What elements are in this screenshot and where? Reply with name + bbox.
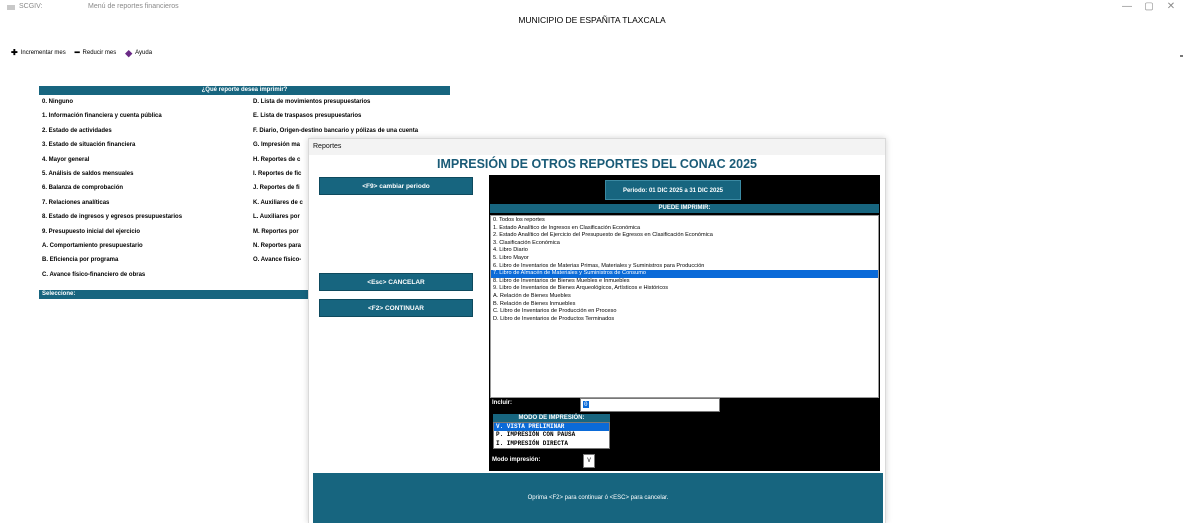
maximize-icon[interactable]: ▢ (1142, 1, 1156, 12)
app-logo-icon (7, 5, 15, 10)
menu-item[interactable]: 4. Mayor general (42, 156, 182, 170)
menu-item[interactable]: 5. Análisis de saldos mensuales (42, 170, 182, 184)
cancel-button[interactable]: <Esc> CANCELAR (319, 273, 473, 291)
print-mode-header: MODO DE IMPRESIÓN: (493, 414, 610, 422)
plus-icon: ✚ (11, 48, 18, 57)
report-list-item[interactable]: C. Libro de Inventarios de Producción en… (491, 308, 878, 316)
period-display: Periodo: 01 DIC 2025 a 31 DIC 2025 (605, 180, 741, 200)
menu-item[interactable]: 2. Estado de actividades (42, 127, 182, 141)
report-list-item[interactable]: 7. Libro de Almacén de Materiales y Sumi… (491, 270, 878, 278)
menu-item[interactable]: 3. Estado de situación financiera (42, 141, 182, 155)
report-list-item[interactable]: A. Relación de Bienes Muebles (491, 293, 878, 301)
print-mode-option[interactable]: V. VISTA PRELIMINAR (494, 423, 609, 432)
window-titlebar: SCGIV: Menú de reportes financieros — ▢ … (0, 0, 1184, 16)
report-list-item[interactable]: 1. Estado Analítico de Ingresos en Clasi… (491, 225, 878, 233)
report-list-item[interactable]: 2. Estado Analítico del Ejercicio del Pr… (491, 232, 878, 240)
increment-month-button[interactable]: ✚ Incrementar mes (11, 49, 66, 57)
help-label: Ayuda (135, 50, 153, 56)
close-icon[interactable]: ✕ (1164, 1, 1178, 12)
print-mode-input[interactable]: V (583, 454, 595, 468)
can-print-header: PUEDE IMPRIMIR: (490, 204, 879, 213)
menu-item[interactable]: 9. Presupuesto inicial del ejercicio (42, 228, 182, 242)
decrement-month-button[interactable]: ━ Reducir mes (75, 49, 117, 57)
menu-item[interactable]: E. Lista de traspasos presupuestarios (253, 112, 418, 126)
app-name: SCGIV: (19, 3, 43, 10)
report-list-item[interactable]: 8. Libro de Inventarios de Bienes Mueble… (491, 278, 878, 286)
dialog-heading: IMPRESIÓN DE OTROS REPORTES DEL CONAC 20… (437, 157, 757, 171)
incluir-label: Incluir: (492, 400, 513, 406)
decrement-month-label: Reducir mes (82, 50, 117, 56)
dialog-titlebar: Reportes (309, 139, 885, 155)
report-panel: Periodo: 01 DIC 2025 a 31 DIC 2025 PUEDE… (489, 175, 880, 471)
menu-item[interactable]: 6. Balanza de comprobación (42, 184, 182, 198)
menu-item[interactable]: 7. Relaciones analíticas (42, 199, 182, 213)
help-button[interactable]: ◆ Ayuda (125, 48, 153, 58)
report-list-item[interactable]: 3. Clasificación Económica (491, 240, 878, 248)
print-mode-list[interactable]: V. VISTA PRELIMINAR P. IMPRESIÓN CON PAUS… (493, 422, 610, 449)
print-mode-label: Modo impresión: (492, 457, 541, 463)
report-list-item[interactable]: 6. Libro de Inventarios de Materias Prim… (491, 263, 878, 271)
print-mode-option[interactable]: P. IMPRESIÓN CON PAUSA (494, 431, 609, 439)
toolbar: ✚ Incrementar mes ━ Reducir mes ◆ Ayuda (11, 48, 161, 58)
report-list-item[interactable]: 5. Libro Mayor (491, 255, 878, 263)
reports-dialog: Reportes IMPRESIÓN DE OTROS REPORTES DEL… (308, 138, 886, 523)
menu-left-column: 0. Ninguno 1. Información financiera y cu… (42, 98, 182, 285)
change-period-button[interactable]: <F9> cambiar periodo (319, 177, 473, 195)
dialog-status-bar: Oprima <F2> para continuar ó <ESC> para … (313, 473, 883, 523)
menu-item[interactable]: 0. Ninguno (42, 98, 182, 112)
continue-button[interactable]: <F2> CONTINUAR (319, 299, 473, 317)
menu-item[interactable]: C. Avance físico-financiero de obras (42, 271, 182, 285)
increment-month-label: Incrementar mes (20, 50, 66, 56)
menu-header: ¿Qué reporte desea imprimir? (39, 86, 450, 95)
incluir-input[interactable]: 0 (580, 398, 720, 412)
menu-item[interactable]: D. Lista de movimientos presupuestarios (253, 98, 418, 112)
minus-icon: ━ (74, 48, 80, 57)
menu-item[interactable]: A. Comportamiento presupuestario (42, 242, 182, 256)
help-book-icon: ◆ (125, 48, 133, 58)
print-mode-option[interactable]: I. IMPRESIÓN DIRECTA (494, 440, 609, 448)
incluir-value: 0 (583, 401, 589, 408)
report-list-item[interactable]: D. Libro de Inventarios de Productos Ter… (491, 316, 878, 324)
report-list[interactable]: 0. Todos los reportes 1. Estado Analítico… (490, 215, 879, 398)
minimize-icon[interactable]: — (1120, 1, 1134, 12)
menu-item[interactable]: 8. Estado de ingresos y egresos presupue… (42, 213, 182, 227)
report-list-item[interactable]: B. Relación de Bienes Inmuebles (491, 301, 878, 309)
report-list-item[interactable]: 0. Todos los reportes (491, 217, 878, 225)
edge-marker (1180, 55, 1183, 57)
report-list-item[interactable]: 9. Libro de Inventarios de Bienes Arqueo… (491, 285, 878, 293)
window-title: Menú de reportes financieros (88, 3, 179, 10)
menu-item[interactable]: 1. Información financiera y cuenta públi… (42, 112, 182, 126)
page-title: MUNICIPIO DE ESPAÑITA TLAXCALA (518, 15, 666, 25)
report-list-item[interactable]: 4. Libro Diario (491, 247, 878, 255)
menu-item[interactable]: B. Eficiencia por programa (42, 256, 182, 270)
